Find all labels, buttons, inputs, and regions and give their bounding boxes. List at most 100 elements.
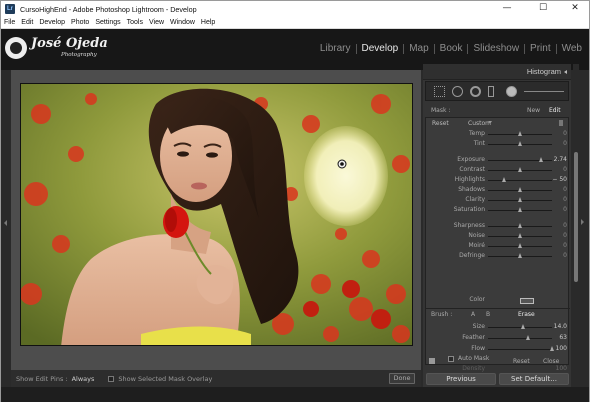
module-picker: Library Develop Map Book Slideshow Print…: [315, 43, 587, 54]
slider-value[interactable]: 0: [563, 196, 567, 203]
collapse-histogram-icon: [564, 70, 567, 74]
slider-value[interactable]: 0: [563, 206, 567, 213]
red-eye-tool-icon[interactable]: [470, 86, 481, 97]
brush-flow-track[interactable]: [488, 349, 552, 350]
left-panel-toggle[interactable]: [1, 70, 11, 370]
menu-tools[interactable]: Tools: [124, 19, 146, 26]
slider-knob[interactable]: [517, 243, 522, 248]
toggle-effect-icon[interactable]: [429, 358, 435, 364]
brush-feather-knob[interactable]: [525, 335, 530, 340]
brush-feather-value[interactable]: 63: [559, 334, 567, 341]
slider-knob[interactable]: [501, 177, 506, 182]
slider-value[interactable]: 0: [563, 130, 567, 137]
close-button[interactable]: ✕: [561, 1, 589, 17]
slider-value[interactable]: 0: [563, 186, 567, 193]
mask-overlay-checkbox[interactable]: [108, 375, 115, 382]
slider-knob[interactable]: [517, 167, 522, 172]
module-map[interactable]: Map: [404, 43, 433, 54]
effect-reset-label[interactable]: Reset: [432, 120, 449, 127]
previous-button[interactable]: Previous: [426, 373, 496, 385]
mask-edit-button[interactable]: Edit: [549, 107, 561, 114]
module-slideshow[interactable]: Slideshow: [468, 43, 524, 54]
menu-help[interactable]: Help: [198, 19, 218, 26]
menu-develop[interactable]: Develop: [36, 19, 68, 26]
panel-footer: Reset Close: [425, 356, 569, 368]
module-develop[interactable]: Develop: [357, 43, 404, 54]
slider-label: Highlights: [454, 176, 485, 183]
brush-slider-icon[interactable]: [524, 91, 564, 92]
brush-size-value[interactable]: 14.0: [554, 323, 567, 330]
slider-value[interactable]: 0: [563, 252, 567, 259]
set-default-button[interactable]: Set Default...: [499, 373, 569, 385]
title-bar: Lr CursoHighEnd - Adobe Photoshop Lightr…: [1, 1, 589, 17]
brush-flow-label: Flow: [471, 345, 485, 352]
brush-a-tab[interactable]: A: [471, 311, 475, 318]
mask-row: Mask : New Edit: [427, 105, 567, 115]
slider-value[interactable]: 0: [563, 232, 567, 239]
slider-value[interactable]: 2.74: [554, 156, 567, 163]
close-panel-button[interactable]: Close: [543, 358, 559, 365]
brush-size-knob[interactable]: [520, 324, 525, 329]
module-print[interactable]: Print: [525, 43, 556, 54]
close-icon: ✕: [571, 3, 579, 13]
module-book[interactable]: Book: [435, 43, 468, 54]
crop-tool-icon[interactable]: [434, 86, 445, 97]
slider-value[interactable]: 0: [563, 140, 567, 147]
collapse-right-icon[interactable]: [581, 219, 584, 225]
slider-knob[interactable]: [517, 187, 522, 192]
mask-new-button[interactable]: New: [527, 107, 540, 114]
slider-value[interactable]: 0: [563, 242, 567, 249]
module-library[interactable]: Library: [315, 43, 356, 54]
histogram-header[interactable]: Histogram: [423, 64, 571, 80]
menu-photo[interactable]: Photo: [68, 19, 92, 26]
radial-filter-tool-icon[interactable]: [506, 86, 517, 97]
slider-knob[interactable]: [517, 131, 522, 136]
image-canvas[interactable]: [11, 70, 421, 370]
slider-knob[interactable]: [539, 157, 544, 162]
logo-camera-icon: [5, 37, 27, 59]
slider-label: Shadows: [458, 186, 485, 193]
slider-knob[interactable]: [517, 197, 522, 202]
minimize-button[interactable]: —: [493, 1, 521, 17]
slider-row-sharpness: Sharpness 0: [426, 222, 570, 232]
color-swatch[interactable]: [520, 298, 534, 304]
menu-view[interactable]: View: [146, 19, 167, 26]
brush-flow-knob[interactable]: [549, 346, 554, 351]
brush-erase-tab[interactable]: Erase: [518, 311, 535, 318]
panel-scrollbar[interactable]: [573, 64, 579, 387]
done-button[interactable]: Done: [389, 373, 415, 384]
slider-knob[interactable]: [517, 253, 522, 258]
slider-knob[interactable]: [517, 233, 522, 238]
menu-settings[interactable]: Settings: [92, 19, 123, 26]
scrollbar-thumb[interactable]: [574, 152, 578, 282]
logo-name: José Ojeda: [31, 36, 108, 51]
slider-track[interactable]: [488, 180, 552, 181]
photo-preview[interactable]: [20, 83, 413, 346]
show-edit-pins-select[interactable]: Always: [72, 375, 95, 383]
slider-knob[interactable]: [517, 223, 522, 228]
graduated-filter-tool-icon[interactable]: [488, 86, 494, 97]
brush-feather-track[interactable]: [488, 338, 552, 339]
slider-row-moir: Moiré 0: [426, 242, 570, 252]
menu-file[interactable]: File: [1, 19, 18, 26]
slider-value[interactable]: − 50: [552, 176, 567, 183]
panel-switch-icon[interactable]: [559, 120, 563, 126]
menu-window[interactable]: Window: [167, 19, 198, 26]
slider-value[interactable]: 0: [563, 222, 567, 229]
menu-edit[interactable]: Edit: [18, 19, 36, 26]
maximize-button[interactable]: ☐: [529, 1, 557, 17]
brush-b-tab[interactable]: B: [486, 311, 490, 318]
slider-row-defringe: Defringe 0: [426, 252, 570, 262]
slider-knob[interactable]: [517, 141, 522, 146]
slider-knob[interactable]: [517, 207, 522, 212]
slider-value[interactable]: 0: [563, 166, 567, 173]
reset-button[interactable]: Reset: [513, 358, 530, 365]
module-web[interactable]: Web: [557, 43, 587, 54]
show-edit-pins-label: Show Edit Pins :: [16, 374, 68, 383]
brush-flow-value[interactable]: 100: [556, 345, 567, 352]
brush-row: Brush : A B Erase: [426, 311, 570, 321]
logo-subtitle: Photography: [61, 52, 97, 58]
mask-overlay-label: Show Selected Mask Overlay: [118, 374, 213, 383]
slider-row-highlights: Highlights − 50: [426, 176, 570, 186]
spot-removal-tool-icon[interactable]: [452, 86, 463, 97]
